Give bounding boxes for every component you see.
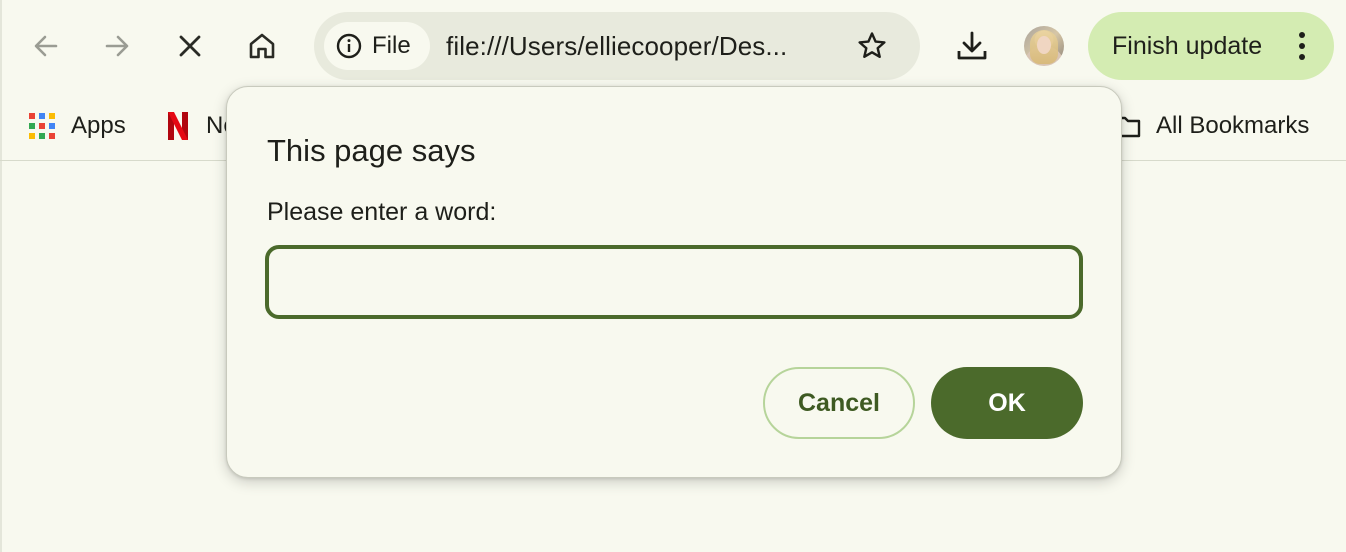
arrow-right-icon (105, 35, 129, 57)
home-button[interactable] (242, 26, 282, 66)
address-bar[interactable]: File file:///Users/elliecooper/Des... (314, 12, 920, 80)
site-info-chip[interactable]: File (324, 22, 430, 70)
downloads-button[interactable] (950, 24, 994, 68)
info-icon (336, 33, 362, 59)
dialog-message: Please enter a word: (267, 198, 497, 226)
browser-toolbar: File file:///Users/elliecooper/Des... Fi… (0, 0, 1346, 92)
close-icon (179, 35, 201, 57)
avatar-face (1037, 36, 1051, 54)
home-icon (249, 33, 275, 59)
netflix-icon (168, 112, 188, 140)
star-icon (858, 32, 886, 58)
arrow-left-icon (34, 35, 58, 57)
more-vert-icon (1299, 32, 1305, 60)
all-bookmarks[interactable]: All Bookmarks (1114, 106, 1309, 146)
dialog-title: This page says (267, 133, 476, 168)
finish-update-button[interactable]: Finish update (1088, 12, 1334, 80)
ok-button[interactable]: OK (931, 367, 1083, 439)
apps-grid-icon (29, 113, 55, 139)
finish-update-label: Finish update (1112, 32, 1263, 60)
bookmark-apps-label: Apps (71, 112, 126, 139)
stop-loading-button[interactable] (170, 26, 210, 66)
site-chip-label: File (372, 32, 411, 59)
forward-button[interactable] (97, 26, 137, 66)
cancel-button[interactable]: Cancel (763, 367, 915, 439)
prompt-dialog: This page says Please enter a word: Canc… (226, 86, 1122, 478)
all-bookmarks-label: All Bookmarks (1156, 112, 1310, 139)
profile-avatar[interactable] (1024, 26, 1064, 66)
bookmark-star-button[interactable] (852, 26, 892, 66)
browser-window: File file:///Users/elliecooper/Des... Fi… (0, 0, 1346, 552)
bookmark-apps[interactable]: Apps (28, 106, 126, 146)
back-button[interactable] (26, 26, 66, 66)
word-input[interactable] (265, 245, 1083, 319)
url-text[interactable]: file:///Users/elliecooper/Des... (446, 31, 787, 61)
download-icon (957, 31, 987, 60)
